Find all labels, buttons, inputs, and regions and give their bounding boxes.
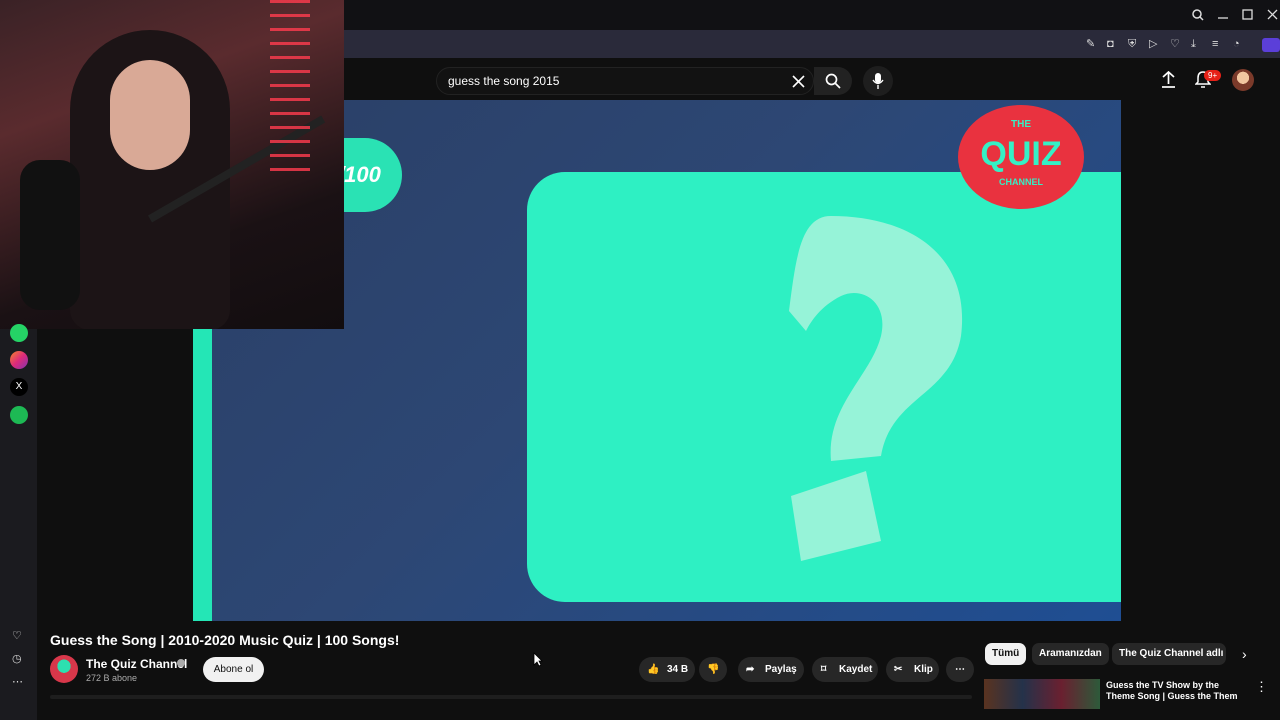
- maximize-icon[interactable]: [1242, 9, 1253, 23]
- extension-icon[interactable]: [1262, 38, 1280, 52]
- video-info-area: Guess the Song | 2010-2020 Music Quiz | …: [37, 621, 1280, 720]
- notification-count-badge: 9+: [1204, 70, 1222, 81]
- spotify-icon[interactable]: [10, 406, 28, 424]
- chevron-right-icon[interactable]: ›: [1242, 646, 1247, 662]
- thumbs-up-icon: 👍: [647, 664, 660, 675]
- instagram-icon[interactable]: [10, 351, 28, 369]
- logo-line-3: CHANNEL: [999, 177, 1043, 187]
- video-title: Guess the Song | 2010-2020 Music Quiz | …: [50, 632, 400, 648]
- video-left-bar: [193, 328, 212, 621]
- download-icon[interactable]: ⤓: [1191, 39, 1196, 50]
- chip-all[interactable]: Tümü: [985, 643, 1027, 665]
- recommended-thumbnail[interactable]: [984, 679, 1100, 709]
- edit-icon[interactable]: ✎: [1086, 39, 1095, 50]
- more-horizontal-icon: ⋯: [955, 664, 965, 675]
- webcam-overlay: [0, 0, 344, 329]
- minimize-icon[interactable]: [1217, 8, 1229, 23]
- search-button[interactable]: [814, 67, 852, 95]
- search-query: guess the song 2015: [448, 74, 560, 88]
- close-window-icon[interactable]: [1267, 9, 1278, 23]
- verified-icon: [177, 659, 185, 667]
- subscriber-count: 272 B abone: [86, 673, 138, 683]
- whatsapp-icon[interactable]: [10, 324, 28, 342]
- quiz-channel-logo: THE QUIZ CHANNEL: [958, 105, 1084, 209]
- streamer-face: [110, 60, 190, 170]
- more-actions-button[interactable]: ⋯: [946, 657, 974, 682]
- menu-icon[interactable]: ≡: [1212, 39, 1218, 50]
- voice-search-button[interactable]: [863, 66, 893, 96]
- mouse-cursor-icon: [533, 652, 543, 667]
- search-icon[interactable]: [1192, 9, 1204, 24]
- save-label: Kaydet: [839, 664, 873, 675]
- chip-from-search[interactable]: Aramanızdan: [1032, 643, 1109, 665]
- share-label: Paylaş: [765, 664, 797, 675]
- logo-line-2: QUIZ: [980, 135, 1062, 173]
- camera-icon[interactable]: ◘: [1107, 39, 1114, 50]
- x-icon[interactable]: X: [10, 378, 28, 396]
- bookmark-icon: ⌑: [821, 664, 827, 675]
- logo-line-1: THE: [1011, 119, 1031, 130]
- share-icon: ➦: [746, 664, 755, 675]
- history-clock-icon[interactable]: ◷: [12, 654, 22, 665]
- clip-label: Klip: [914, 664, 933, 675]
- profile-icon[interactable]: ◔: [1233, 39, 1240, 50]
- dislike-button[interactable]: 👎: [699, 657, 727, 682]
- upload-icon[interactable]: [1161, 70, 1176, 93]
- like-button[interactable]: 👍 34 B: [639, 657, 695, 682]
- save-button[interactable]: ⌑ Kaydet: [812, 657, 878, 682]
- heart-icon[interactable]: ♡: [1170, 39, 1180, 50]
- shield-icon[interactable]: ⛨: [1128, 39, 1136, 50]
- recommended-title[interactable]: Guess the TV Show by the Theme Song | Gu…: [1106, 680, 1246, 702]
- score-text: /100: [338, 162, 381, 187]
- quiz-card: [527, 172, 1121, 602]
- search-input[interactable]: guess the song 2015: [436, 67, 814, 95]
- string-lights: [270, 0, 310, 180]
- subscribe-button[interactable]: Abone ol: [203, 657, 264, 682]
- favorites-heart-icon[interactable]: ♡: [12, 631, 22, 642]
- mic-icon: [872, 73, 884, 89]
- channel-avatar[interactable]: [50, 655, 78, 683]
- chip-channel[interactable]: The Quiz Channel adlı y: [1112, 643, 1226, 665]
- scissors-icon: ✂: [894, 664, 903, 675]
- recommended-more-icon[interactable]: ⋮: [1255, 679, 1268, 695]
- clip-button[interactable]: ✂ Klip: [886, 657, 939, 682]
- question-mark-icon: [789, 216, 963, 561]
- user-avatar[interactable]: [1232, 69, 1254, 91]
- share-button[interactable]: ➦ Paylaş: [738, 657, 804, 682]
- play-icon[interactable]: ▷: [1149, 39, 1157, 50]
- comment-box-divider: [50, 695, 972, 699]
- clear-search-icon[interactable]: [792, 75, 805, 93]
- microphone: [20, 160, 80, 310]
- like-count: 34 B: [667, 664, 689, 675]
- more-dots-icon[interactable]: ⋯: [12, 677, 23, 688]
- channel-name[interactable]: The Quiz Channel: [86, 657, 187, 671]
- thumbs-down-icon: 👎: [707, 664, 720, 675]
- browser-sidebar: X ♡ ◷ ⋯: [0, 324, 37, 720]
